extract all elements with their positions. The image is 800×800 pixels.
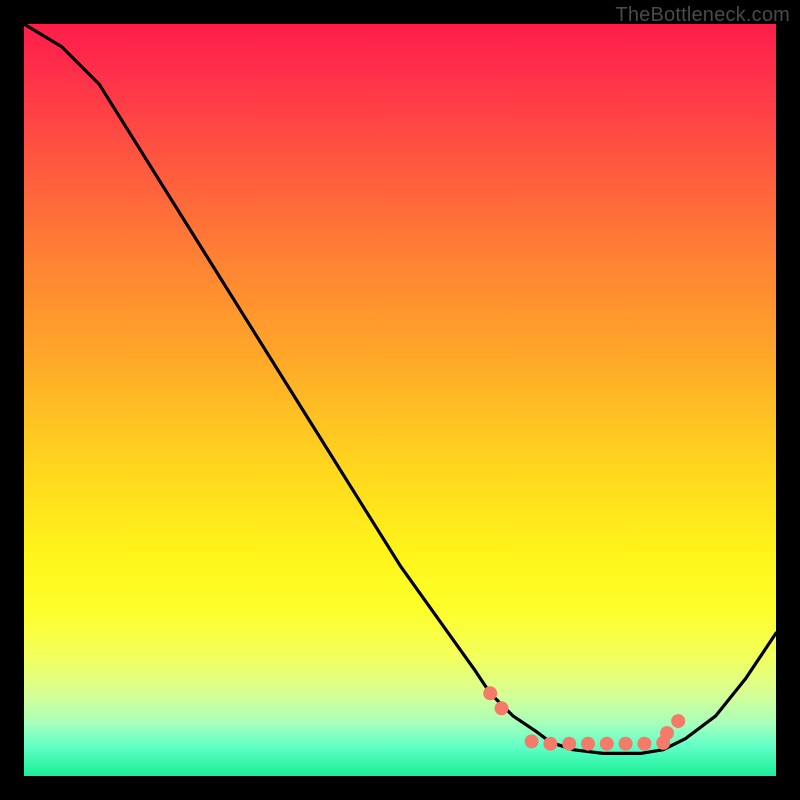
watermark-text: TheBottleneck.com [615, 4, 790, 27]
chart-frame: TheBottleneck.com [0, 0, 800, 800]
data-dot [495, 701, 509, 715]
data-dot [671, 714, 685, 728]
data-dot [483, 686, 497, 700]
chart-svg [24, 24, 776, 776]
data-dot [600, 737, 614, 751]
bottleneck-curve [24, 24, 776, 753]
curve-group [24, 24, 776, 753]
plot-area [24, 24, 776, 776]
data-dot [562, 737, 576, 751]
dots-group [483, 686, 685, 750]
data-dot [660, 726, 674, 740]
data-dot [525, 734, 539, 748]
data-dot [619, 737, 633, 751]
data-dot [637, 737, 651, 751]
data-dot [581, 737, 595, 751]
data-dot [543, 737, 557, 751]
